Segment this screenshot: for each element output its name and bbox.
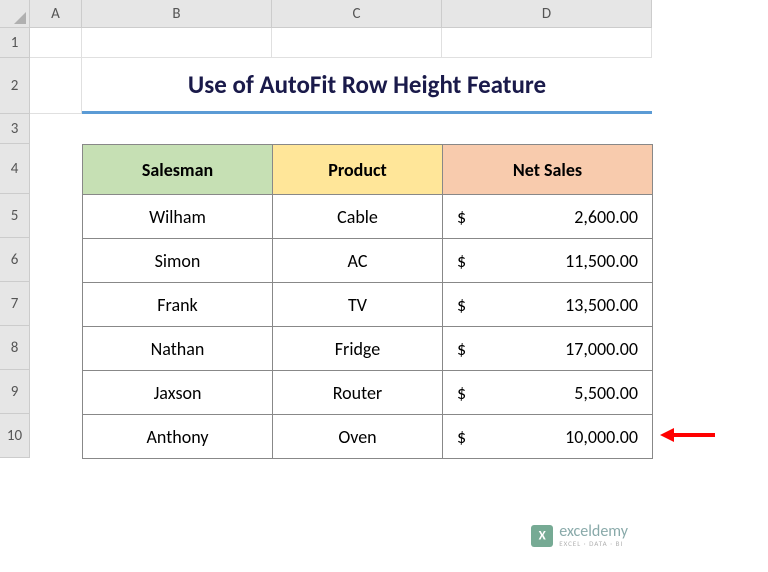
currency-symbol: $ [457, 426, 466, 448]
row-header-7[interactable]: 7 [0, 282, 30, 326]
row-header-1[interactable]: 1 [0, 28, 30, 58]
watermark: exceldemy EXCEL · DATA · BI [531, 524, 628, 547]
cell-d1[interactable] [442, 28, 652, 58]
cell-salesman[interactable]: Nathan [83, 327, 273, 371]
col-header-b[interactable]: B [82, 0, 272, 28]
row-header-10[interactable]: 10 [0, 414, 30, 458]
cell-salesman[interactable]: Simon [83, 239, 273, 283]
row-header-3[interactable]: 3 [0, 114, 30, 144]
row-header-5[interactable]: 5 [0, 194, 30, 238]
header-netsales[interactable]: Net Sales [443, 145, 653, 195]
currency-value: 11,500.00 [565, 250, 638, 272]
cell-netsales[interactable]: $2,600.00 [443, 195, 653, 239]
select-all-corner[interactable] [0, 0, 30, 28]
watermark-logo-icon [531, 525, 553, 547]
data-table: Salesman Product Net Sales Wilham Cable … [82, 144, 653, 459]
currency-value: 10,000.00 [565, 426, 638, 448]
cell-a1[interactable] [30, 28, 82, 58]
column-headers: A B C D [30, 0, 652, 28]
table-row: Jaxson Router $5,500.00 [83, 371, 653, 415]
cell-netsales[interactable]: $5,500.00 [443, 371, 653, 415]
currency-symbol: $ [457, 294, 466, 316]
currency-symbol: $ [457, 382, 466, 404]
table-row: Wilham Cable $2,600.00 [83, 195, 653, 239]
cell-salesman[interactable]: Anthony [83, 415, 273, 459]
grid-area: Use of AutoFit Row Height Feature Salesm… [30, 28, 653, 459]
currency-value: 13,500.00 [565, 294, 638, 316]
row-header-2[interactable]: 2 [0, 58, 30, 114]
cell-product[interactable]: Oven [273, 415, 443, 459]
cell-netsales[interactable]: $10,000.00 [443, 415, 653, 459]
currency-value: 5,500.00 [574, 382, 638, 404]
currency-symbol: $ [457, 338, 466, 360]
cell-b1[interactable] [82, 28, 272, 58]
header-product[interactable]: Product [273, 145, 443, 195]
watermark-sub: EXCEL · DATA · BI [559, 540, 628, 547]
col-header-a[interactable]: A [30, 0, 82, 28]
row-header-4[interactable]: 4 [0, 144, 30, 194]
cell-netsales[interactable]: $11,500.00 [443, 239, 653, 283]
cell-netsales[interactable]: $17,000.00 [443, 327, 653, 371]
page-title[interactable]: Use of AutoFit Row Height Feature [82, 58, 652, 114]
cell-c1[interactable] [272, 28, 442, 58]
cell-salesman[interactable]: Jaxson [83, 371, 273, 415]
currency-symbol: $ [457, 250, 466, 272]
row-header-6[interactable]: 6 [0, 238, 30, 282]
cell-product[interactable]: Cable [273, 195, 443, 239]
table-row: Anthony Oven $10,000.00 [83, 415, 653, 459]
col-header-d[interactable]: D [442, 0, 652, 28]
cell-product[interactable]: TV [273, 283, 443, 327]
table-row: Frank TV $13,500.00 [83, 283, 653, 327]
table-row: Simon AC $11,500.00 [83, 239, 653, 283]
watermark-main: exceldemy [559, 524, 628, 540]
cell-product[interactable]: AC [273, 239, 443, 283]
header-salesman[interactable]: Salesman [83, 145, 273, 195]
col-header-c[interactable]: C [272, 0, 442, 28]
arrow-icon [660, 418, 715, 455]
cell-netsales[interactable]: $13,500.00 [443, 283, 653, 327]
table-row: Nathan Fridge $17,000.00 [83, 327, 653, 371]
row-header-9[interactable]: 9 [0, 370, 30, 414]
currency-symbol: $ [457, 206, 466, 228]
currency-value: 17,000.00 [565, 338, 638, 360]
currency-value: 2,600.00 [574, 206, 638, 228]
cell-a2[interactable] [30, 58, 82, 114]
cell-salesman[interactable]: Frank [83, 283, 273, 327]
row-header-8[interactable]: 8 [0, 326, 30, 370]
row-headers: 1 2 3 4 5 6 7 8 9 10 [0, 28, 30, 458]
cell-product[interactable]: Router [273, 371, 443, 415]
cell-product[interactable]: Fridge [273, 327, 443, 371]
table-header-row: Salesman Product Net Sales [83, 145, 653, 195]
cell-salesman[interactable]: Wilham [83, 195, 273, 239]
